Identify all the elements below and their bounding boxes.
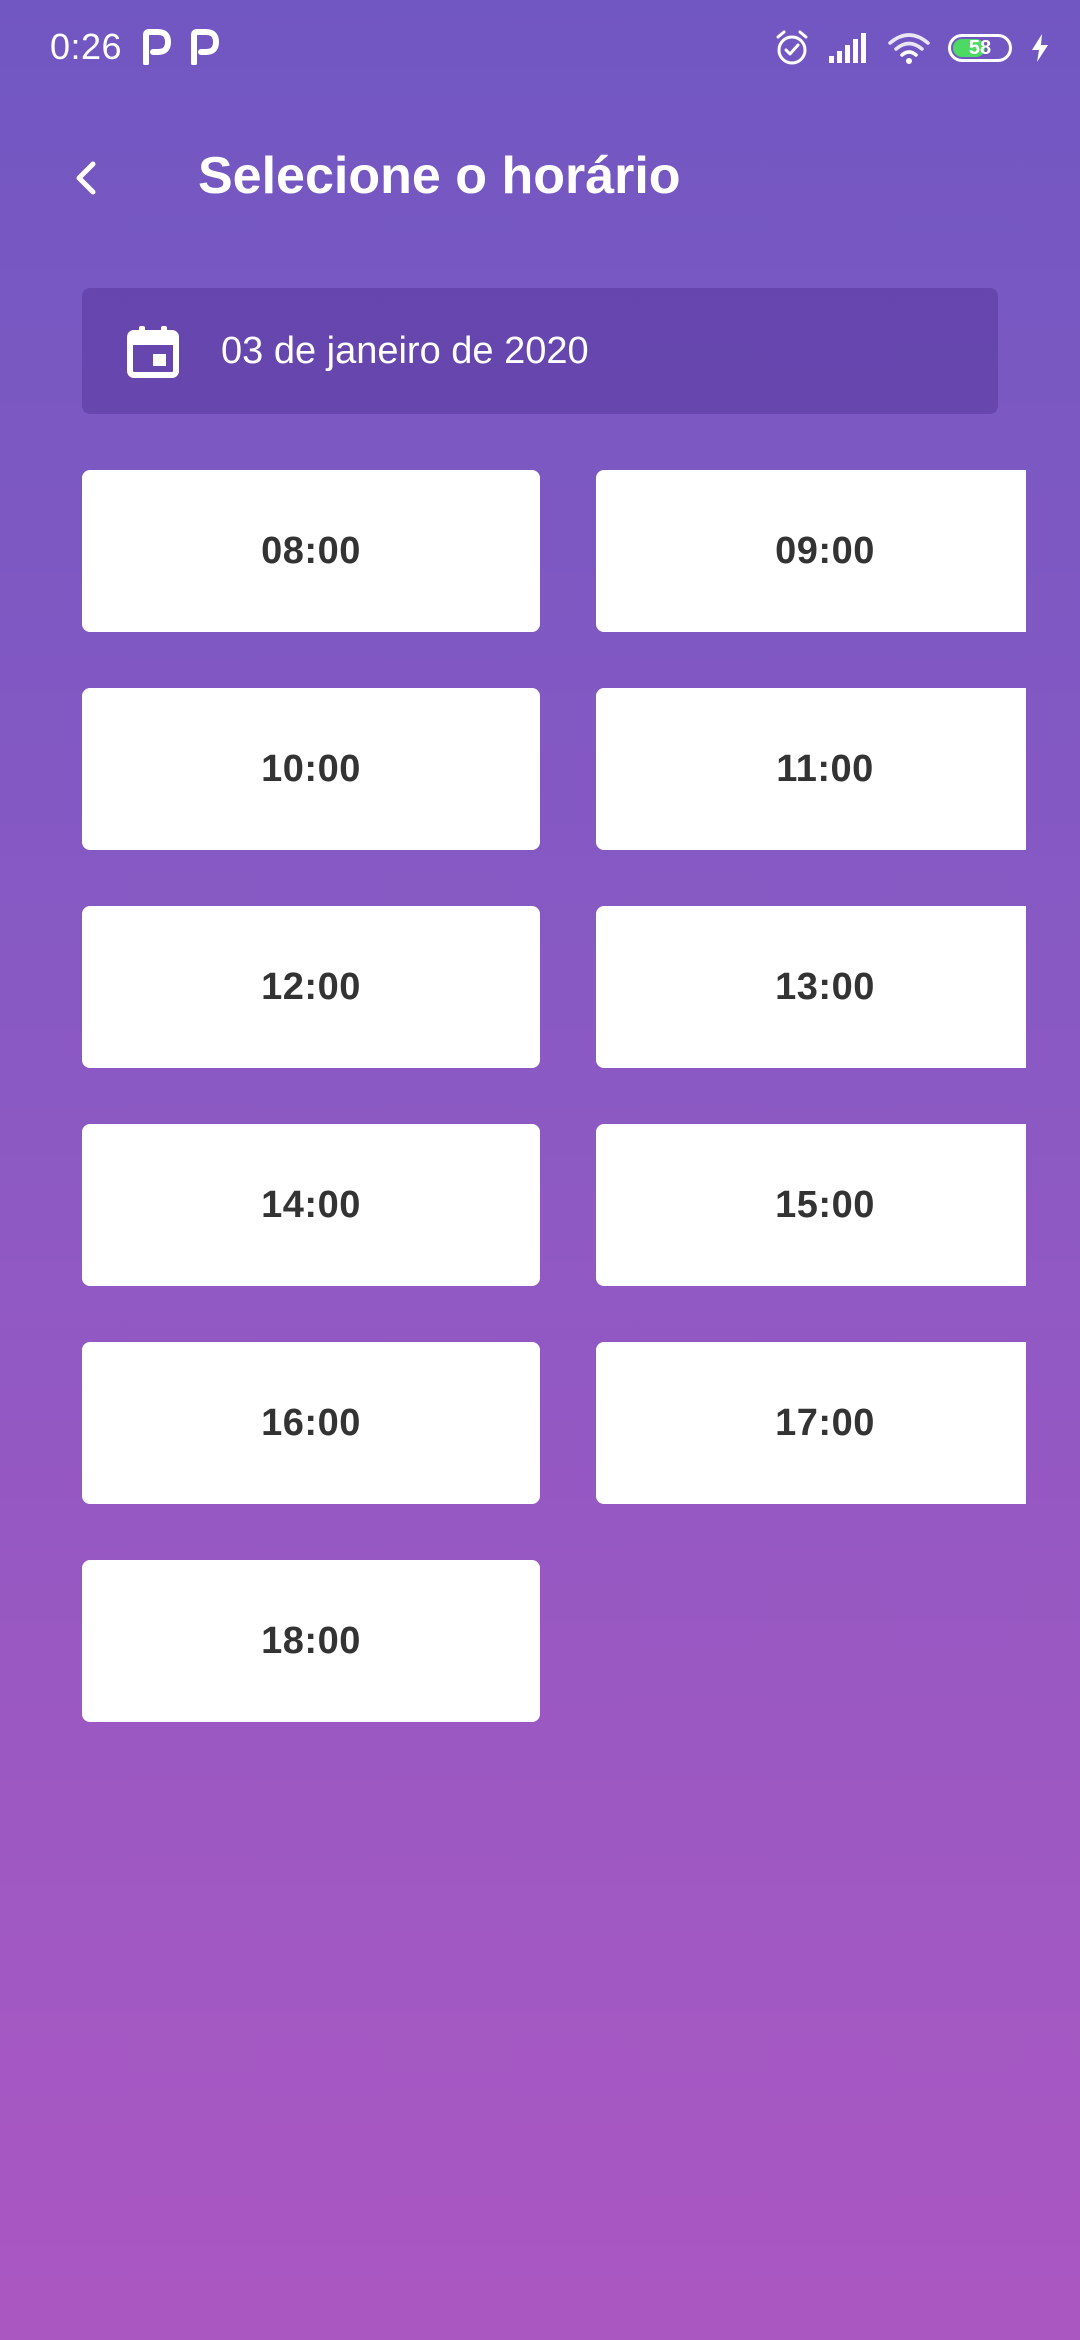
signal-icon xyxy=(829,33,866,63)
time-slot-grid: 08:00 09:00 10:00 11:00 12:00 13:00 14:0… xyxy=(82,470,1026,1722)
time-slot-label: 15:00 xyxy=(775,1183,875,1226)
p-app-icon xyxy=(143,29,171,65)
date-picker-field[interactable]: 03 de janeiro de 2020 xyxy=(82,288,998,414)
time-slot-label: 14:00 xyxy=(261,1183,361,1226)
time-slot-label: 17:00 xyxy=(775,1401,875,1444)
p-app-icon xyxy=(191,29,219,65)
battery-icon: 58 xyxy=(948,34,1012,62)
time-slot-label: 16:00 xyxy=(261,1401,361,1444)
time-slot-label: 13:00 xyxy=(775,965,875,1008)
charging-icon xyxy=(1032,34,1048,62)
status-icons: 58 xyxy=(774,26,1050,70)
time-slot-button[interactable]: 09:00 xyxy=(596,470,1026,632)
time-slot-label: 10:00 xyxy=(261,747,361,790)
page-title: Selecione o horário xyxy=(198,147,681,205)
time-slot-button[interactable]: 16:00 xyxy=(82,1342,540,1504)
battery-level: 58 xyxy=(968,37,992,59)
wifi-icon xyxy=(888,33,930,64)
time-slot-label: 09:00 xyxy=(775,529,875,572)
time-slot-button[interactable]: 11:00 xyxy=(596,688,1026,850)
time-slot-label: 08:00 xyxy=(261,529,361,572)
time-slot-button[interactable]: 14:00 xyxy=(82,1124,540,1286)
time-slot-button[interactable]: 10:00 xyxy=(82,688,540,850)
alarm-icon xyxy=(776,30,808,65)
chevron-left-icon xyxy=(76,161,96,195)
calendar-icon xyxy=(127,326,179,378)
time-slot-label: 12:00 xyxy=(261,965,361,1008)
time-slot-button[interactable]: 12:00 xyxy=(82,906,540,1068)
time-slot-label: 18:00 xyxy=(261,1619,361,1662)
status-bar: 0:26 58 xyxy=(0,0,1080,96)
time-slot-label: 11:00 xyxy=(776,747,874,790)
selected-date: 03 de janeiro de 2020 xyxy=(221,330,589,372)
time-slot-button[interactable]: 18:00 xyxy=(82,1560,540,1722)
back-button[interactable] xyxy=(50,142,122,214)
time-slot-button[interactable]: 17:00 xyxy=(596,1342,1026,1504)
time-slot-button[interactable]: 13:00 xyxy=(596,906,1026,1068)
status-time: 0:26 xyxy=(50,26,123,67)
time-slot-button[interactable]: 15:00 xyxy=(596,1124,1026,1286)
time-slot-button[interactable]: 08:00 xyxy=(82,470,540,632)
app-header: Selecione o horário xyxy=(0,120,1080,230)
